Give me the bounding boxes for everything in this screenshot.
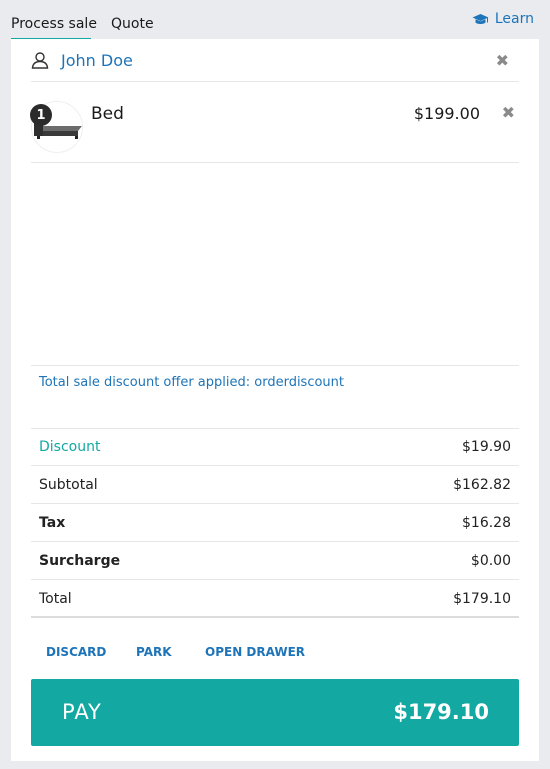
surcharge-row: Surcharge $0.00 (31, 542, 519, 580)
learn-label: Learn (494, 11, 534, 27)
totals-table: Discount $19.90 Subtotal $162.82 Tax $16… (31, 428, 519, 618)
remove-item-button[interactable]: ✖ (502, 105, 515, 121)
total-value: $179.10 (453, 591, 511, 607)
tax-label: Tax (39, 515, 66, 531)
learn-link[interactable]: Learn (472, 11, 534, 27)
graduation-cap-icon (472, 13, 489, 24)
customer-name[interactable]: John Doe (61, 51, 133, 70)
discount-value: $19.90 (462, 439, 511, 455)
remove-customer-button[interactable]: ✖ (496, 53, 509, 69)
total-row: Total $179.10 (31, 580, 519, 618)
tax-value: $16.28 (462, 515, 511, 531)
sale-tabs: Process sale Quote Learn (0, 0, 550, 41)
subtotal-label: Subtotal (39, 477, 98, 493)
surcharge-value: $0.00 (470, 553, 511, 569)
tab-process-sale[interactable]: Process sale (11, 16, 97, 32)
discount-note-text: Total sale discount offer applied: order… (39, 375, 345, 390)
quantity-badge: 1 (30, 104, 52, 126)
tax-row: Tax $16.28 (31, 504, 519, 542)
park-button[interactable]: PARK (136, 645, 172, 659)
pay-amount: $179.10 (393, 700, 489, 724)
pay-label: PAY (62, 700, 102, 724)
subtotal-value: $162.82 (453, 477, 511, 493)
item-name: Bed (91, 104, 124, 124)
person-icon (31, 52, 49, 69)
tab-quote[interactable]: Quote (111, 16, 154, 32)
surcharge-label: Surcharge (39, 553, 121, 569)
total-label: Total (39, 591, 72, 607)
sale-panel: John Doe ✖ 1 Bed $199.00 ✖ Total sale di… (11, 39, 539, 761)
subtotal-row: Subtotal $162.82 (31, 466, 519, 504)
open-drawer-button[interactable]: OPEN DRAWER (205, 645, 305, 659)
item-price: $199.00 (413, 104, 480, 123)
discount-label[interactable]: Discount (39, 439, 100, 455)
discard-button[interactable]: DISCARD (46, 645, 106, 659)
discount-row[interactable]: Discount $19.90 (31, 428, 519, 466)
line-item[interactable]: 1 Bed $199.00 ✖ (30, 82, 519, 163)
customer-row: John Doe ✖ (31, 39, 519, 82)
pay-button[interactable]: PAY $179.10 (31, 679, 519, 746)
discount-note: Total sale discount offer applied: order… (31, 365, 519, 429)
